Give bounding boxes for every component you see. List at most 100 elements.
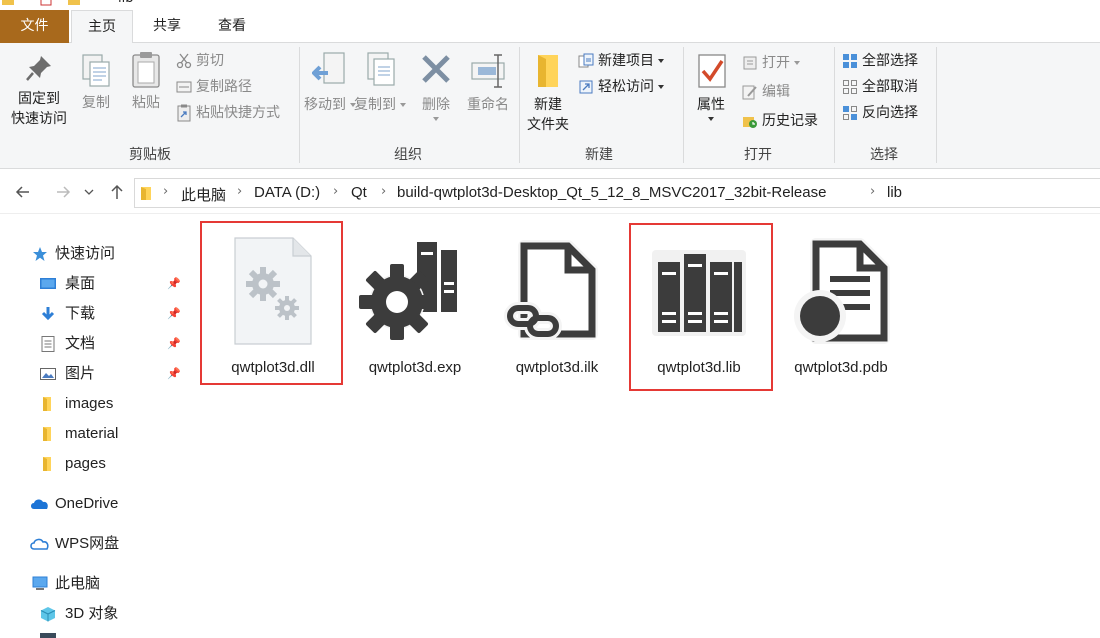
tab-home[interactable]: 主页 (71, 10, 133, 44)
desktop-icon (40, 278, 56, 289)
copy-path-button[interactable]: 复制路径 (176, 76, 252, 98)
pin-label-line1: 固定到 (18, 91, 60, 107)
easy-access-icon (579, 80, 593, 94)
file-name: qwtplot3d.exp (368, 359, 462, 376)
nav-item-pictures[interactable]: 图片 📌 (40, 361, 185, 387)
select-none-icon (843, 80, 857, 94)
pdb-doc-icon (794, 238, 890, 344)
nav-label: 图片 (65, 365, 96, 382)
select-none-button[interactable]: 全部取消 (842, 76, 918, 98)
move-to-icon (312, 52, 345, 84)
breadcrumb-this-pc[interactable]: 此电脑 (181, 184, 226, 205)
easy-access-button[interactable]: 轻松访问 (578, 76, 664, 98)
pin-icon[interactable]: 📌 (167, 331, 181, 350)
paste-shortcut-button[interactable]: 粘贴快捷方式 (176, 102, 280, 124)
star-icon (33, 247, 47, 261)
open-icon (743, 56, 757, 70)
open-button[interactable]: 打开 (742, 52, 800, 74)
nav-item-downloads[interactable]: 下载 📌 (40, 301, 185, 327)
group-label-select: 选择 (870, 147, 898, 163)
new-item-button[interactable]: 新建项目 (578, 50, 664, 72)
cloud-outline-icon (30, 538, 49, 550)
breadcrumb-data-drive[interactable]: DATA (D:) (254, 184, 320, 201)
history-label: 历史记录 (762, 113, 818, 129)
breadcrumb-lib[interactable]: lib (887, 184, 902, 201)
file-item-ilk[interactable]: qwtplot3d.ilk (487, 236, 627, 386)
select-all-icon (843, 54, 857, 68)
rename-button[interactable]: 重命名 (462, 51, 514, 115)
nav-label: 3D 对象 (65, 605, 119, 622)
pin-icon[interactable]: 📌 (167, 301, 181, 320)
tab-view[interactable]: 查看 (200, 10, 264, 43)
ribbon: 固定到 快速访问 复制 粘贴 剪切 复制路径 粘贴快捷方式 剪贴板 移动到 复制… (0, 43, 1100, 169)
copy-label: 复制 (82, 95, 110, 111)
copy-to-button[interactable]: 复制到 (354, 51, 406, 115)
scissors-icon (176, 53, 192, 69)
select-none-label: 全部取消 (862, 79, 918, 95)
nav-item-documents[interactable]: 文档 📌 (40, 331, 185, 357)
folder-icon (141, 187, 151, 200)
pin-icon (26, 56, 51, 81)
nav-label: 此电脑 (55, 575, 101, 592)
copy-path-icon (176, 81, 192, 93)
file-item-exp[interactable]: qwtplot3d.exp (345, 236, 485, 386)
edit-button[interactable]: 编辑 (742, 81, 790, 103)
properties-label: 属性 (697, 97, 725, 113)
invert-selection-button[interactable]: 反向选择 (842, 102, 918, 124)
new-folder-icon[interactable] (68, 0, 80, 6)
forward-button[interactable] (52, 180, 74, 204)
paste-button[interactable]: 粘贴 (126, 51, 166, 113)
nav-label: images (65, 395, 114, 412)
select-all-button[interactable]: 全部选择 (842, 50, 918, 72)
new-folder-button[interactable]: 新建 文件夹 (522, 51, 574, 135)
title-bar: lib (0, 0, 1100, 8)
up-button[interactable] (106, 180, 128, 204)
paste-shortcut-label: 粘贴快捷方式 (196, 105, 280, 121)
pin-to-quick-access-button[interactable]: 固定到 快速访问 (6, 53, 72, 129)
picture-icon (40, 368, 56, 380)
breadcrumb-separator: › (870, 184, 876, 199)
pin-icon[interactable]: 📌 (167, 271, 181, 290)
tab-share[interactable]: 共享 (134, 10, 200, 43)
tab-file[interactable]: 文件 (0, 10, 69, 43)
delete-label: 删除 (422, 97, 450, 113)
forward-arrow-icon (57, 186, 71, 198)
cut-button[interactable]: 剪切 (176, 50, 224, 72)
move-to-button[interactable]: 移动到 (304, 51, 356, 115)
new-item-icon (578, 53, 594, 68)
breadcrumb-qt[interactable]: Qt (351, 184, 367, 201)
video-icon (40, 633, 56, 638)
delete-button[interactable]: 删除 (414, 51, 458, 123)
copy-icon (82, 54, 110, 87)
history-button[interactable]: 历史记录 (742, 110, 818, 132)
window-title: lib (118, 0, 133, 6)
pin-icon[interactable]: 📌 (167, 361, 181, 380)
address-bar[interactable]: › 此电脑 › DATA (D:) › Qt › build-qwtplot3d… (134, 178, 1100, 208)
group-label-organize: 组织 (394, 147, 422, 163)
properties-button[interactable]: 属性 (688, 51, 734, 123)
nav-label: material (65, 425, 119, 442)
nav-item-desktop[interactable]: 桌面 📌 (40, 271, 185, 297)
ilk-link-icon (504, 240, 598, 340)
copy-to-label: 复制到 (354, 95, 406, 115)
nav-label: pages (65, 455, 106, 472)
document-icon (41, 336, 55, 352)
group-separator (683, 47, 684, 163)
back-button[interactable] (12, 180, 34, 204)
nav-label: 快速访问 (55, 245, 116, 262)
copy-path-label: 复制路径 (196, 79, 252, 95)
file-item-pdb[interactable]: qwtplot3d.pdb (771, 236, 911, 386)
breadcrumb-build-folder[interactable]: build-qwtplot3d-Desktop_Qt_5_12_8_MSVC20… (397, 184, 826, 201)
move-to-label: 移动到 (304, 95, 356, 115)
navigation-pane: 快速访问 桌面 📌 下载 📌 文档 📌 图片 📌 images material… (0, 215, 186, 638)
properties-icon[interactable] (40, 0, 52, 6)
easy-access-label: 轻松访问 (598, 79, 654, 95)
folder-icon (43, 427, 51, 441)
cube-icon (40, 607, 56, 622)
paste-shortcut-icon (177, 104, 191, 122)
breadcrumb-separator: › (163, 184, 169, 199)
copy-button[interactable]: 复制 (76, 53, 116, 113)
edit-label: 编辑 (762, 84, 790, 100)
breadcrumb-separator: › (237, 184, 243, 199)
recent-locations-button[interactable] (82, 180, 96, 204)
